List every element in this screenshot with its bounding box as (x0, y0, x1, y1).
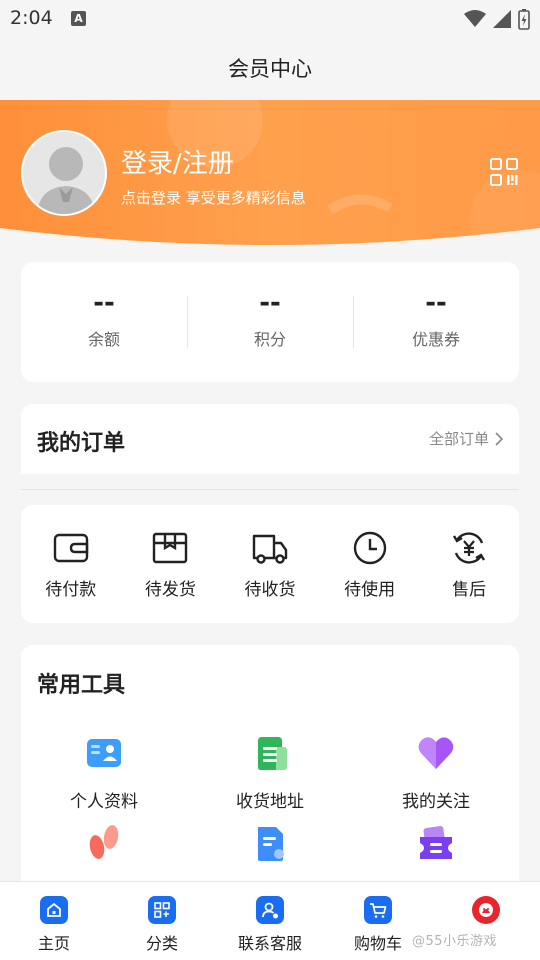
footprint-icon (89, 825, 119, 859)
section-title: 我的订单 (37, 431, 126, 456)
stat-label: 积分 (253, 330, 286, 349)
nav-home[interactable]: 主页 (0, 882, 108, 960)
all-orders-link[interactable]: 全部订单 (429, 428, 503, 449)
order-status-card: 待付款 待发货 待收货 待使用 售后 (21, 505, 519, 623)
avatar[interactable] (21, 130, 107, 216)
wifi-icon (464, 10, 486, 27)
account-stats-card: -- 余额 -- 积分 -- 优惠券 (21, 262, 519, 382)
nav-customer-service[interactable]: 联系客服 (216, 882, 324, 960)
title-bar: 会员中心 (0, 38, 540, 100)
profile-banner[interactable]: 登录/注册 点击登录 享受更多精彩信息 (0, 100, 540, 250)
order-label: 待使用 (344, 580, 396, 600)
login-register-link[interactable]: 登录/注册 (121, 143, 234, 180)
stat-coupons[interactable]: -- 优惠券 (353, 262, 519, 382)
home-icon (40, 896, 68, 924)
truck-icon (252, 534, 288, 564)
status-bar: 2:04 A (0, 0, 540, 38)
category-icon (148, 896, 176, 924)
order-label: 待收货 (244, 580, 296, 600)
ticket-icon (420, 826, 452, 859)
common-tools-card: 常用工具 个人资料 收货地址 我的关注 (21, 645, 519, 905)
yen-refund-icon (453, 532, 486, 564)
tool-following[interactable]: 我的关注 (353, 733, 519, 823)
order-label: 待发货 (144, 580, 196, 600)
my-orders-header: 我的订单 全部订单 (21, 404, 519, 474)
status-time: 2:04 (10, 7, 53, 29)
battery-icon (518, 9, 530, 30)
tool-label: 收货地址 (236, 792, 304, 812)
page-title: 会员中心 (228, 57, 312, 81)
order-pending-payment[interactable]: 待付款 (21, 505, 121, 623)
nav-label: 主页 (37, 934, 70, 953)
service-icon (256, 896, 284, 924)
cellular-signal-icon (493, 10, 511, 28)
stat-balance[interactable]: -- 余额 (21, 262, 187, 382)
nav-label: 联系客服 (237, 934, 302, 953)
tool-label: 个人资料 (70, 792, 138, 812)
package-icon (153, 532, 188, 564)
clock-icon (353, 531, 386, 565)
default-avatar-icon (23, 132, 105, 214)
order-label: 待付款 (45, 580, 97, 600)
order-pending-shipment[interactable]: 待发货 (121, 505, 221, 623)
stat-value: -- (93, 288, 115, 318)
status-icons (464, 8, 530, 30)
section-title: 常用工具 (37, 673, 126, 698)
stat-value: -- (259, 288, 281, 318)
cart-icon (364, 896, 392, 924)
stat-points[interactable]: -- 积分 (187, 262, 353, 382)
nav-label: 分类 (145, 934, 178, 953)
tool-address[interactable]: 收货地址 (187, 733, 353, 823)
heart-icon (418, 737, 454, 769)
order-pending-receipt[interactable]: 待收货 (220, 505, 320, 623)
all-orders-label: 全部订单 (428, 430, 489, 448)
wallet-icon (53, 533, 88, 563)
qr-code-icon[interactable] (489, 157, 519, 187)
notification-a-icon: A (71, 11, 86, 26)
id-card-icon (87, 739, 121, 767)
stat-label: 优惠券 (411, 330, 460, 349)
order-label: 售后 (452, 580, 487, 600)
order-after-sales[interactable]: 售后 (419, 505, 519, 623)
chevron-right-icon (495, 431, 503, 446)
tool-profile[interactable]: 个人资料 (21, 733, 187, 823)
address-icon (258, 737, 287, 770)
order-pending-use[interactable]: 待使用 (320, 505, 420, 623)
stat-value: -- (425, 288, 447, 318)
watermark-text: @55小乐游戏 (412, 934, 498, 949)
member-center-screen: 2:04 A 会员中心 登录/注册 点击登录 享受更多精彩信息 -- 余额 --… (0, 0, 540, 960)
stat-label: 余额 (87, 330, 120, 349)
member-icon (472, 896, 500, 924)
login-subtitle: 点击登录 享受更多精彩信息 (121, 189, 306, 207)
tool-label: 我的关注 (402, 792, 470, 812)
divider (21, 489, 519, 490)
nav-category[interactable]: 分类 (108, 882, 216, 960)
document-icon (258, 827, 284, 861)
